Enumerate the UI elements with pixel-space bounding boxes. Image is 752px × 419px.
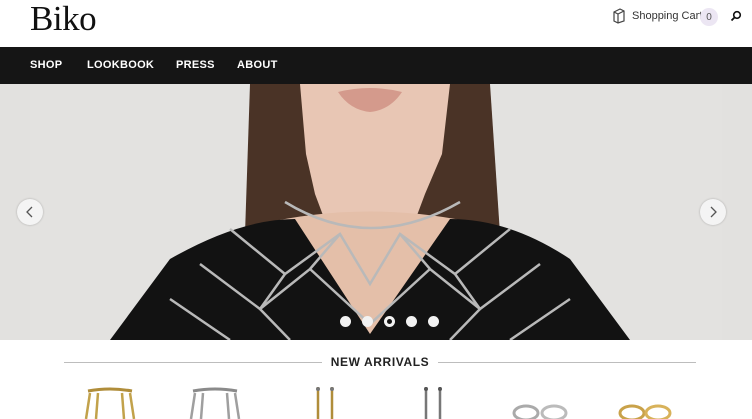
product-rings-silver[interactable]: [508, 385, 578, 419]
slider-dot-4[interactable]: [406, 316, 417, 327]
slider-dot-1[interactable]: [340, 316, 351, 327]
slider-next-button[interactable]: [700, 199, 726, 225]
site-logo[interactable]: Biko: [30, 0, 97, 38]
search-icon[interactable]: [730, 10, 742, 22]
product-necklace-gold[interactable]: [80, 385, 140, 419]
slider-dots: [340, 316, 439, 328]
product-necklace-silver[interactable]: [185, 385, 245, 419]
divider: [438, 362, 696, 363]
section-title: NEW ARRIVALS: [330, 355, 430, 369]
slider-prev-button[interactable]: [17, 199, 43, 225]
main-nav: SHOP LOOKBOOK PRESS ABOUT: [0, 47, 752, 84]
hero-slider: [0, 84, 752, 340]
cart-label: Shopping Cart: [632, 10, 703, 22]
slider-dot-3[interactable]: [384, 316, 395, 327]
slider-dot-2[interactable]: [362, 316, 373, 327]
product-earrings-silver[interactable]: [418, 385, 448, 419]
product-row: [0, 385, 752, 419]
product-earrings-gold[interactable]: [310, 385, 340, 419]
product-rings-gold[interactable]: [612, 385, 682, 419]
slider-dot-5[interactable]: [428, 316, 439, 327]
nav-item-about[interactable]: ABOUT: [237, 47, 278, 84]
hero-image: [30, 84, 722, 340]
nav-item-lookbook[interactable]: LOOKBOOK: [87, 47, 154, 84]
cart-icon: [613, 8, 625, 24]
nav-item-shop[interactable]: SHOP: [30, 47, 62, 84]
nav-item-press[interactable]: PRESS: [176, 47, 215, 84]
cart-count-badge[interactable]: 0: [700, 8, 718, 26]
chevron-left-icon: [26, 206, 33, 218]
chevron-right-icon: [710, 206, 717, 218]
new-arrivals-header: NEW ARRIVALS: [64, 354, 696, 372]
shopping-cart-link[interactable]: Shopping Cart: [612, 8, 702, 24]
divider: [64, 362, 322, 363]
site-header: Biko Shopping Cart 0: [0, 0, 752, 47]
